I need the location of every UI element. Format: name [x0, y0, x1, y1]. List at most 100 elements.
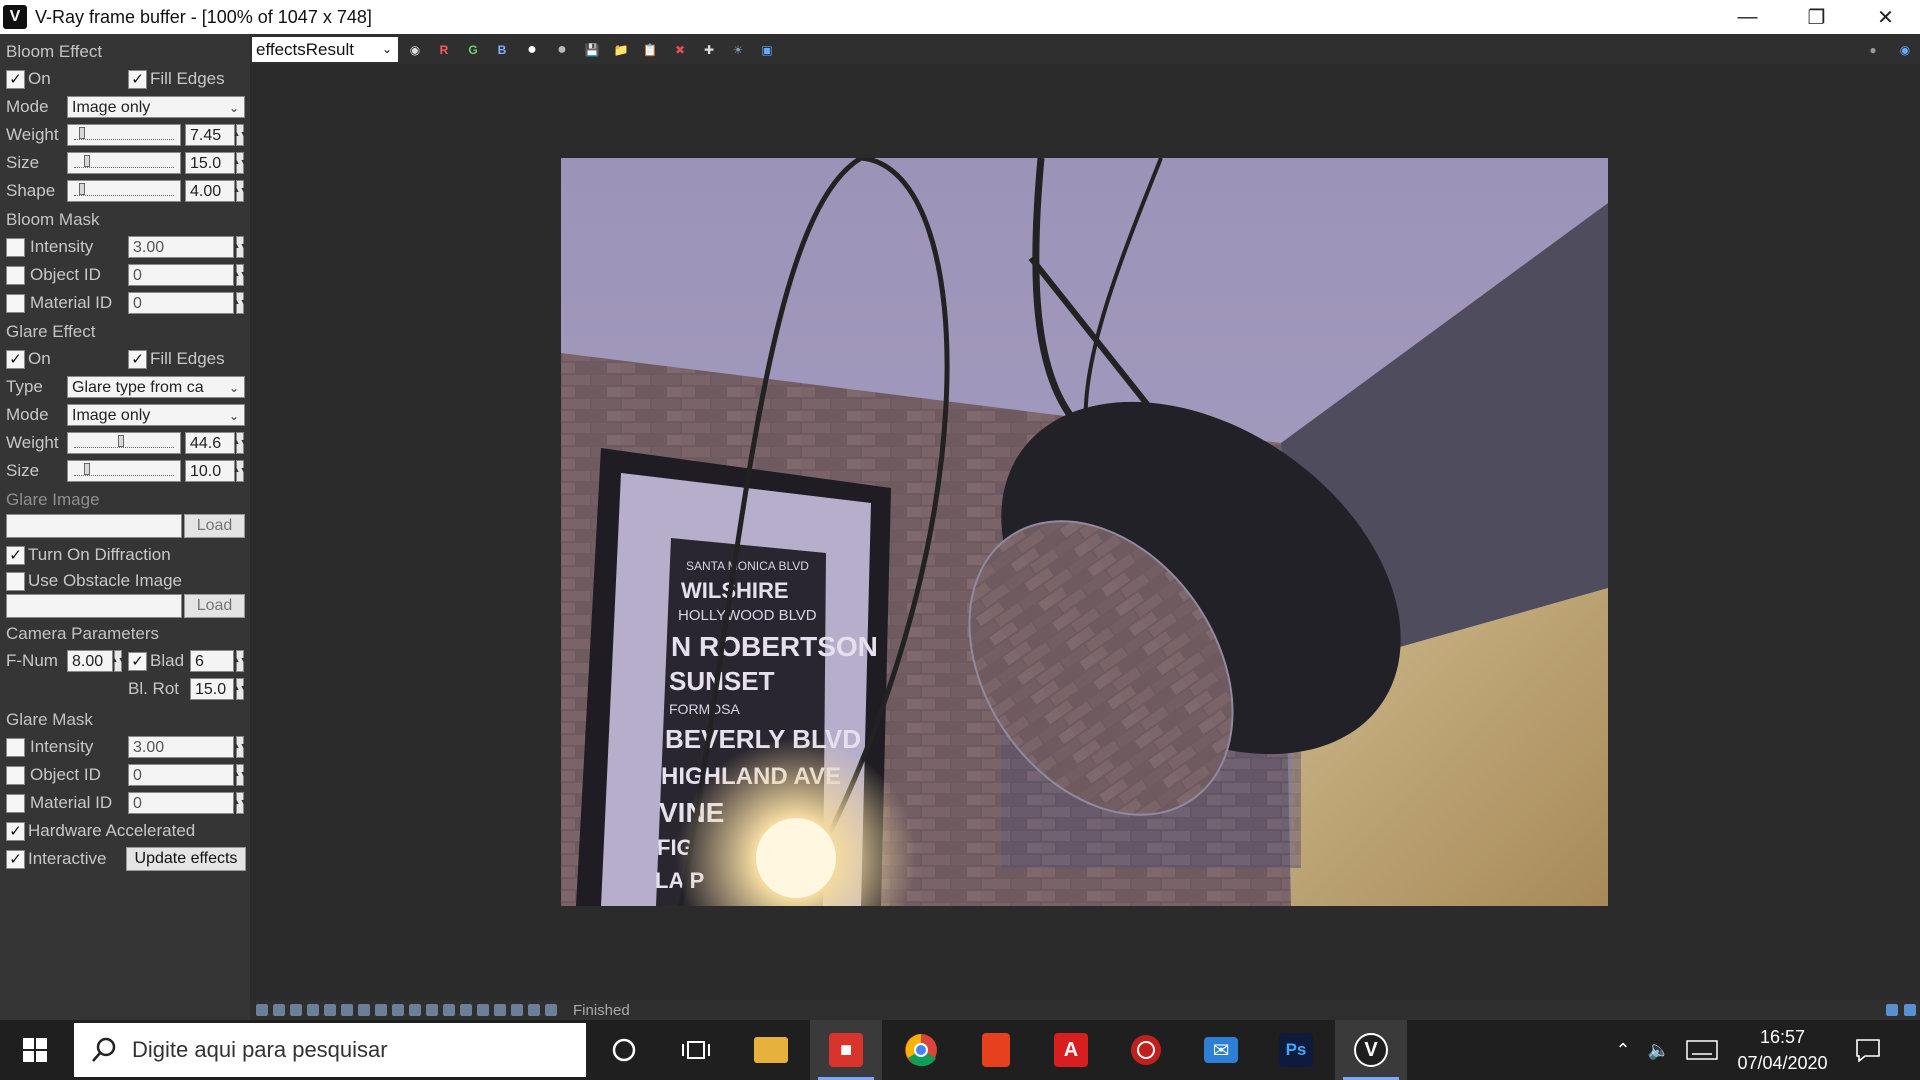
bloom-fill-edges-checkbox[interactable]: ✓: [128, 69, 147, 89]
obstacle-image-path[interactable]: [6, 594, 182, 618]
chrome-icon[interactable]: [885, 1020, 957, 1080]
fnum-spinner[interactable]: ▲▼: [111, 650, 125, 672]
teapot-render-icon[interactable]: ◉: [1895, 40, 1915, 60]
glare-on-checkbox[interactable]: ✓: [6, 349, 25, 369]
status-tool-icon[interactable]: [477, 1004, 489, 1016]
bloom-shape-input[interactable]: 4.00: [185, 180, 235, 202]
bloom-mode-select[interactable]: Image only ⌄: [67, 96, 245, 118]
glare-size-slider[interactable]: [67, 460, 181, 482]
bloom-on-checkbox[interactable]: ✓: [6, 69, 25, 89]
volume-icon[interactable]: 🔈: [1641, 1020, 1677, 1080]
blrot-spinner[interactable]: ▲▼: [233, 678, 247, 700]
update-effects-button[interactable]: Update effects: [126, 847, 246, 871]
status-tool-icon[interactable]: [324, 1004, 336, 1016]
status-tool-icon[interactable]: [426, 1004, 438, 1016]
fnum-input[interactable]: 8.00: [67, 650, 113, 672]
status-tool-icon[interactable]: [375, 1004, 387, 1016]
start-button[interactable]: [0, 1020, 70, 1080]
glare-weight-input[interactable]: 44.6: [185, 432, 235, 454]
glare-weight-spinner[interactable]: ▲▼: [233, 432, 247, 454]
bloom-mask-intensity-spinner[interactable]: ▲▼: [233, 236, 247, 258]
glare-size-input[interactable]: 10.0: [185, 460, 235, 482]
region-icon[interactable]: ▣: [757, 40, 777, 60]
red-channel-button[interactable]: R: [434, 40, 454, 60]
glare-mask-intensity-input[interactable]: 3.00: [128, 736, 234, 758]
restore-button[interactable]: ❐: [1782, 0, 1851, 34]
render-icon[interactable]: ☀: [728, 40, 748, 60]
glare-mask-intensity-spinner[interactable]: ▲▼: [233, 736, 247, 758]
clipboard-icon[interactable]: 📋: [640, 40, 660, 60]
channel-select[interactable]: effectsResult ⌄: [252, 37, 398, 62]
notifications-icon[interactable]: [1838, 1020, 1898, 1080]
autocad-icon[interactable]: A: [1035, 1020, 1107, 1080]
bloom-shape-spinner[interactable]: ▲▼: [233, 180, 247, 202]
bloom-mask-intensity-checkbox[interactable]: [6, 237, 25, 257]
mono-icon[interactable]: ●: [552, 40, 572, 60]
status-tool-icon[interactable]: [443, 1004, 455, 1016]
bloom-weight-spinner[interactable]: ▲▼: [233, 124, 247, 146]
glare-mask-objectid-checkbox[interactable]: [6, 765, 25, 785]
mail-icon[interactable]: ✉: [1185, 1020, 1257, 1080]
track-mouse-icon[interactable]: ✚: [699, 40, 719, 60]
task-view-icon[interactable]: [660, 1020, 732, 1080]
slider-thumb[interactable]: [78, 183, 85, 195]
rgb-icon[interactable]: ◉: [405, 40, 425, 60]
glare-mask-objectid-spinner[interactable]: ▲▼: [233, 764, 247, 786]
stop-icon[interactable]: ●: [1863, 40, 1883, 60]
glare-mask-materialid-input[interactable]: 0: [128, 792, 234, 814]
keyboard-icon[interactable]: [1680, 1020, 1724, 1080]
hardware-accelerated-checkbox[interactable]: ✓: [6, 821, 25, 841]
minimize-button[interactable]: —: [1713, 0, 1782, 34]
status-tool-icon[interactable]: [460, 1004, 472, 1016]
bloom-size-slider[interactable]: [67, 152, 181, 174]
cortana-icon[interactable]: [588, 1020, 660, 1080]
folder-icon[interactable]: 📁: [611, 40, 631, 60]
green-channel-button[interactable]: G: [463, 40, 483, 60]
slider-thumb[interactable]: [83, 463, 90, 475]
tray-chevron-up-icon[interactable]: ⌃: [1605, 1020, 1641, 1080]
glare-mask-intensity-checkbox[interactable]: [6, 737, 25, 757]
bloom-size-input[interactable]: 15.0: [185, 152, 235, 174]
slider-thumb[interactable]: [78, 127, 85, 139]
status-tool-icon[interactable]: [256, 1004, 268, 1016]
status-tool-icon[interactable]: [341, 1004, 353, 1016]
dropdown-icon[interactable]: [1904, 1004, 1916, 1016]
glare-mask-materialid-spinner[interactable]: ▲▼: [233, 792, 247, 814]
bloom-size-spinner[interactable]: ▲▼: [233, 152, 247, 174]
bloom-mask-objectid-spinner[interactable]: ▲▼: [233, 264, 247, 286]
interactive-checkbox[interactable]: ✓: [6, 849, 25, 869]
status-tool-icon[interactable]: [392, 1004, 404, 1016]
glare-type-select[interactable]: Glare type from ca ⌄: [67, 376, 245, 398]
glare-weight-slider[interactable]: [67, 432, 181, 454]
status-tool-icon[interactable]: [358, 1004, 370, 1016]
bloom-weight-slider[interactable]: [67, 124, 181, 146]
close-button[interactable]: ✕: [1851, 0, 1920, 34]
blades-input[interactable]: 6: [190, 650, 234, 672]
office-icon[interactable]: [960, 1020, 1032, 1080]
obstacle-load-button[interactable]: Load: [184, 594, 245, 618]
render-viewport[interactable]: SANTA MONICA BLVD WILSHIRE HOLLYWOOD BLV…: [250, 64, 1920, 1000]
bloom-mask-objectid-input[interactable]: 0: [128, 264, 234, 286]
bloom-weight-input[interactable]: 7.45: [185, 124, 235, 146]
vray-taskbar-icon[interactable]: V: [1335, 1020, 1407, 1080]
glare-mask-materialid-checkbox[interactable]: [6, 793, 25, 813]
photoshop-icon[interactable]: Ps: [1260, 1020, 1332, 1080]
status-tool-icon[interactable]: [545, 1004, 557, 1016]
status-tool-icon[interactable]: [494, 1004, 506, 1016]
status-tool-icon[interactable]: [511, 1004, 523, 1016]
slider-thumb[interactable]: [83, 155, 90, 167]
sketchup-icon[interactable]: ■: [810, 1020, 882, 1080]
obstacle-checkbox[interactable]: [6, 571, 25, 591]
bloom-mask-materialid-checkbox[interactable]: [6, 293, 25, 313]
status-tool-icon[interactable]: [528, 1004, 540, 1016]
glare-image-path[interactable]: [6, 514, 182, 538]
clock[interactable]: 16:57 07/04/2020: [1735, 1024, 1830, 1076]
blrot-input[interactable]: 15.0: [190, 678, 234, 700]
bloom-shape-slider[interactable]: [67, 180, 181, 202]
blades-spinner[interactable]: ▲▼: [233, 650, 247, 672]
glare-mask-objectid-input[interactable]: 0: [128, 764, 234, 786]
diffraction-checkbox[interactable]: ✓: [6, 545, 25, 565]
expand-icon[interactable]: [1886, 1004, 1898, 1016]
glare-fill-edges-checkbox[interactable]: ✓: [128, 349, 147, 369]
glare-size-spinner[interactable]: ▲▼: [233, 460, 247, 482]
